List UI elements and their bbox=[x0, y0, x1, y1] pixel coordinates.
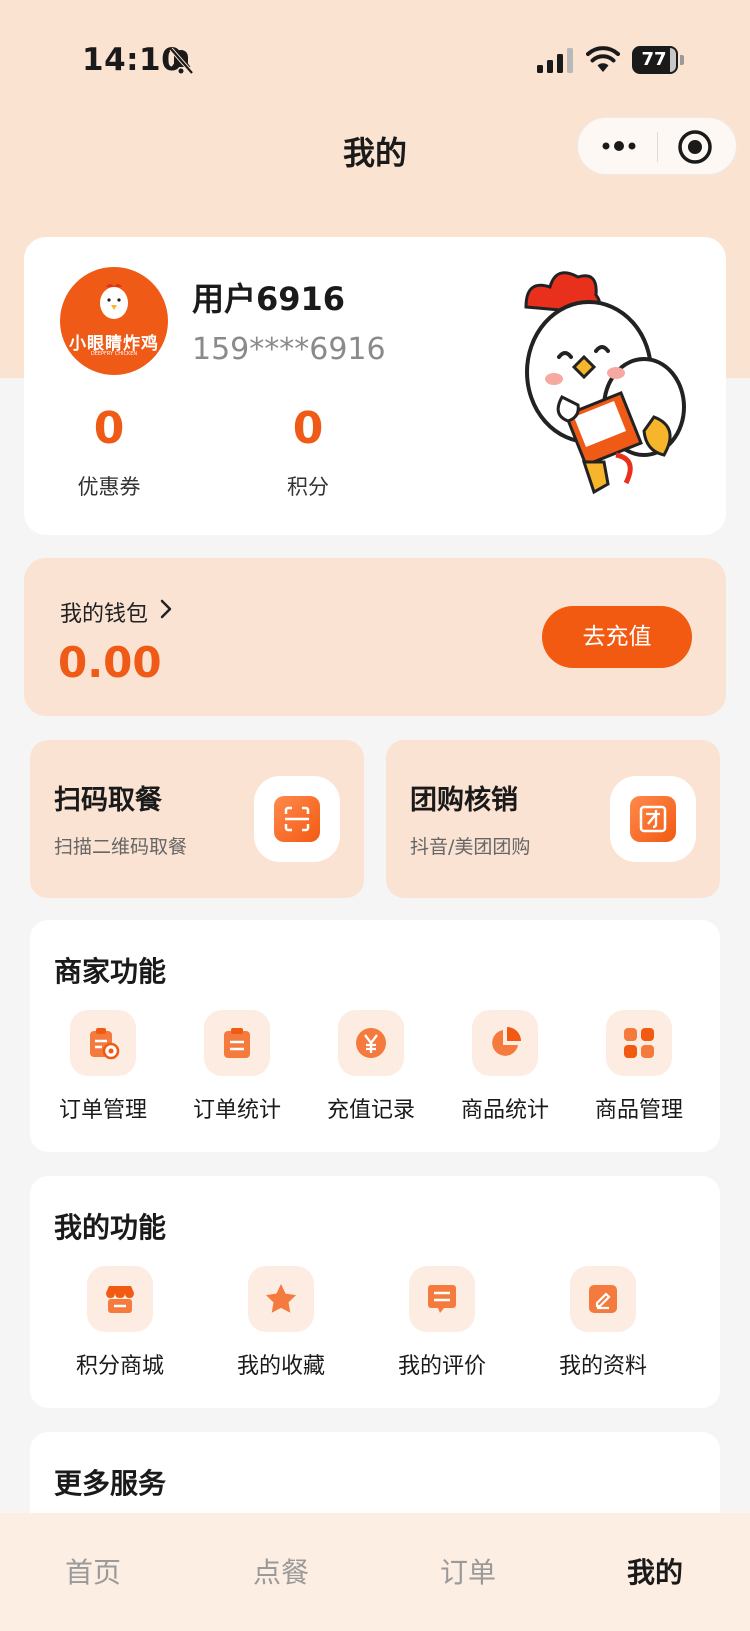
capsule-divider bbox=[657, 132, 658, 162]
brand-logo-subtext: DEEPFRY CHICKEN bbox=[90, 351, 138, 357]
grid-item-label: 我的资料 bbox=[558, 1354, 647, 1379]
quick-action-subtitle: 抖音/美团团购 bbox=[410, 836, 531, 858]
points-stat[interactable]: 0 积分 bbox=[248, 405, 368, 501]
phone-number: 159****6916 bbox=[192, 332, 386, 367]
shop-icon bbox=[106, 1286, 134, 1313]
signal-icon bbox=[537, 48, 573, 73]
star-icon bbox=[266, 1284, 296, 1313]
grid-item-label: 积分商城 bbox=[75, 1354, 164, 1379]
yen-icon bbox=[356, 1028, 386, 1058]
my-reviews-item[interactable]: 我的评价 bbox=[394, 1266, 490, 1380]
my-profile-item[interactable]: 我的资料 bbox=[555, 1266, 651, 1380]
section-title: 商家功能 bbox=[54, 955, 167, 988]
order-stats-icon bbox=[224, 1028, 250, 1058]
wallet-card[interactable]: 我的钱包 0.00 去充值 bbox=[24, 558, 726, 716]
tab-orders[interactable]: 订单 bbox=[413, 1551, 523, 1591]
group-buy-card[interactable]: 团购核销 抖音/美团团购 bbox=[386, 740, 720, 898]
points-value: 0 bbox=[292, 403, 324, 454]
grid-item-label: 我的评价 bbox=[397, 1354, 486, 1379]
quick-action-title: 扫码取餐 bbox=[54, 785, 162, 816]
tab-mine[interactable]: 我的 bbox=[600, 1551, 710, 1591]
favorites-item[interactable]: 我的收藏 bbox=[233, 1266, 329, 1380]
coupons-value: 0 bbox=[93, 403, 125, 454]
order-manage-item[interactable]: 订单管理 bbox=[55, 1010, 151, 1124]
order-stats-item[interactable]: 订单统计 bbox=[189, 1010, 285, 1124]
wallet-balance: 0.00 bbox=[58, 638, 162, 687]
coupons-stat[interactable]: 0 优惠券 bbox=[49, 405, 169, 501]
quick-action-subtitle: 扫描二维码取餐 bbox=[54, 836, 188, 858]
miniapp-capsule bbox=[577, 117, 737, 175]
status-bar: 14:10 77 bbox=[0, 0, 750, 120]
pie-chart-icon bbox=[492, 1027, 521, 1056]
wallet-label: 我的钱包 bbox=[60, 602, 149, 627]
chicken-mascot-icon bbox=[524, 271, 686, 495]
quick-action-title: 团购核销 bbox=[410, 785, 518, 816]
points-label: 积分 bbox=[287, 475, 329, 499]
username: 用户6916 bbox=[192, 280, 346, 318]
chick-logo-icon bbox=[100, 284, 128, 319]
section-title: 我的功能 bbox=[54, 1211, 167, 1244]
avatar[interactable]: 小眼睛炸鸡 DEEPFRY CHICKEN bbox=[60, 267, 168, 375]
edit-icon bbox=[589, 1285, 617, 1313]
chevron-right-icon bbox=[160, 599, 172, 619]
grid-item-label: 订单统计 bbox=[192, 1098, 281, 1123]
tab-bar: 首页 点餐 订单 我的 bbox=[0, 1513, 750, 1631]
tab-order-food[interactable]: 点餐 bbox=[226, 1551, 336, 1591]
group-buy-icon-box bbox=[610, 776, 696, 862]
bell-muted-icon bbox=[169, 47, 194, 75]
section-title: 更多服务 bbox=[54, 1467, 167, 1500]
points-mall-item[interactable]: 积分商城 bbox=[72, 1266, 168, 1380]
merchant-functions-card: 商家功能 订单管理 订单统计 充值记录 商品统计 商品管理 bbox=[30, 920, 720, 1152]
coupons-label: 优惠券 bbox=[77, 475, 141, 499]
order-manage-icon bbox=[90, 1028, 120, 1060]
grid-item-label: 充值记录 bbox=[326, 1098, 415, 1123]
scan-icon-box bbox=[254, 776, 340, 862]
grid-item-label: 商品统计 bbox=[460, 1098, 549, 1123]
grid-icon bbox=[624, 1028, 654, 1058]
grid-item-label: 我的收藏 bbox=[236, 1354, 325, 1379]
my-functions-card: 我的功能 积分商城 我的收藏 我的评价 我的资料 bbox=[30, 1176, 720, 1408]
comment-icon bbox=[428, 1285, 456, 1313]
recharge-button[interactable]: 去充值 bbox=[542, 606, 692, 668]
scan-icon bbox=[274, 796, 320, 842]
product-manage-item[interactable]: 商品管理 bbox=[591, 1010, 687, 1124]
grid-item-label: 订单管理 bbox=[58, 1098, 147, 1123]
recharge-records-item[interactable]: 充值记录 bbox=[323, 1010, 419, 1124]
close-target-icon[interactable] bbox=[677, 129, 713, 165]
tab-home[interactable]: 首页 bbox=[38, 1551, 148, 1591]
group-buy-icon bbox=[630, 796, 676, 842]
scan-pickup-card[interactable]: 扫码取餐 扫描二维码取餐 bbox=[30, 740, 364, 898]
battery-icon: 77 bbox=[632, 46, 684, 74]
wifi-icon bbox=[586, 46, 620, 72]
grid-item-label: 商品管理 bbox=[594, 1098, 683, 1123]
product-stats-item[interactable]: 商品统计 bbox=[457, 1010, 553, 1124]
battery-level: 77 bbox=[641, 49, 667, 70]
profile-card: 小眼睛炸鸡 DEEPFRY CHICKEN 用户6916 159****6916… bbox=[24, 237, 726, 535]
more-icon[interactable] bbox=[600, 136, 638, 156]
